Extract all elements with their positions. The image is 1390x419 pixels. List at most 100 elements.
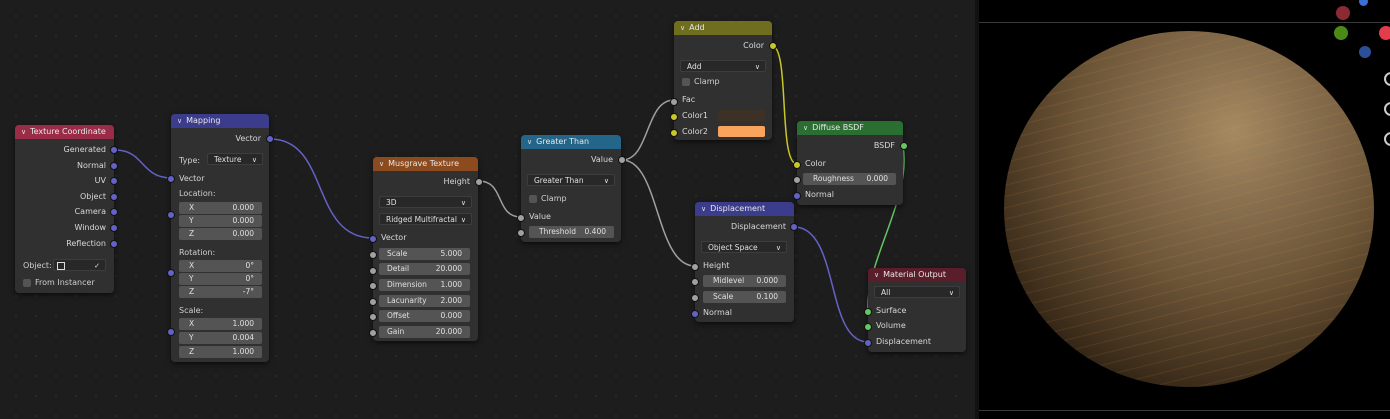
socket-offset[interactable] [369,313,377,321]
eyedropper-icon[interactable]: ✓ [94,260,100,272]
scale-x[interactable]: X 1.000 [179,318,262,330]
chevron-down-icon[interactable]: ∨ [874,268,879,282]
scale-field[interactable]: Scale 0.100 [703,291,786,303]
camera-icon[interactable] [1384,132,1390,146]
socket-displacement-out[interactable] [790,223,798,231]
gizmo-z-handle[interactable] [1359,0,1368,6]
socket-uv[interactable] [110,177,118,185]
location-z[interactable]: Z 0.000 [179,228,262,240]
scale-z[interactable]: Z 1.000 [179,346,262,358]
socket-scale[interactable] [369,251,377,259]
shader-node-editor[interactable]: ∨ Texture Coordinate Generated Normal UV … [0,0,975,419]
socket-normal[interactable] [110,162,118,170]
location-x[interactable]: X 0.000 [179,202,262,214]
socket-lacunarity[interactable] [369,298,377,306]
material-output-node[interactable]: ∨ Material Output All ∨ Surface Volume Dis… [864,268,966,352]
rotation-z[interactable]: Z -7° [179,286,262,298]
socket-object[interactable] [110,193,118,201]
node-header[interactable]: ∨ Displacement [695,202,794,216]
socket-normal[interactable] [793,192,801,200]
gizmo-negative-z-handle[interactable] [1359,46,1371,58]
socket-scale[interactable] [167,328,175,336]
node-header[interactable]: ∨ Greater Than [521,135,621,149]
color2-swatch[interactable] [718,126,765,137]
socket-color-out[interactable] [769,42,777,50]
chevron-down-icon[interactable]: ∨ [527,135,532,149]
socket-fac[interactable] [670,98,678,106]
socket-volume[interactable] [864,323,872,331]
mapping-node[interactable]: ∨ Mapping Vector Type: Texture ∨ Vector Lo… [167,114,274,362]
mix-add-node[interactable]: ∨ Add Color Add ∨ Clamp Fac Color1 Color2 [670,21,777,140]
gizmo-y-handle[interactable] [1334,26,1348,40]
detail-field[interactable]: Detail 20.000 [379,263,470,275]
socket-roughness[interactable] [793,176,801,184]
socket-scale[interactable] [691,294,699,302]
socket-detail[interactable] [369,267,377,275]
math-operation-dropdown[interactable]: Greater Than ∨ [527,174,615,186]
socket-color-in[interactable] [793,161,801,169]
node-header[interactable]: ∨ Musgrave Texture [373,157,478,171]
scale-y[interactable]: Y 0.004 [179,332,262,344]
socket-surface[interactable] [864,308,872,316]
socket-dimension[interactable] [369,282,377,290]
location-y[interactable]: Y 0.000 [179,215,262,227]
color1-swatch[interactable] [718,110,765,121]
socket-vector-in[interactable] [369,235,377,243]
chevron-down-icon[interactable]: ∨ [177,114,182,128]
socket-threshold[interactable] [517,229,525,237]
gain-field[interactable]: Gain 20.000 [379,326,470,338]
greater-than-node[interactable]: ∨ Greater Than Value Greater Than ∨ Clamp … [517,135,626,242]
pan-icon[interactable] [1384,102,1390,116]
chevron-down-icon[interactable]: ∨ [680,21,685,35]
node-header[interactable]: ∨ Texture Coordinate [15,125,114,139]
socket-height-out[interactable] [475,178,483,186]
socket-vector-out[interactable] [266,135,274,143]
socket-location[interactable] [167,211,175,219]
musgrave-type-dropdown[interactable]: Ridged Multifractal ∨ [379,213,472,225]
musgrave-texture-node[interactable]: ∨ Musgrave Texture Height 3D ∨ Ridged Mult… [369,157,483,341]
socket-window[interactable] [110,224,118,232]
socket-height-in[interactable] [691,263,699,271]
chevron-down-icon[interactable]: ∨ [21,125,26,139]
node-header[interactable]: ∨ Material Output [868,268,966,282]
socket-displacement-in[interactable] [864,339,872,347]
diffuse-bsdf-node[interactable]: ∨ Diffuse BSDF BSDF Color Roughness 0.000 … [793,121,908,205]
zoom-icon[interactable] [1384,72,1390,86]
lacunarity-field[interactable]: Lacunarity 2.000 [379,295,470,307]
dimensions-dropdown[interactable]: 3D ∨ [379,196,472,208]
gizmo-x-handle[interactable] [1379,26,1390,40]
socket-color2[interactable] [670,129,678,137]
socket-gain[interactable] [369,329,377,337]
socket-midlevel[interactable] [691,278,699,286]
socket-vector-in[interactable] [167,175,175,183]
socket-normal[interactable] [691,310,699,318]
chevron-down-icon[interactable]: ∨ [379,157,384,171]
space-dropdown[interactable]: Object Space ∨ [701,241,787,253]
socket-generated[interactable] [110,146,118,154]
target-dropdown[interactable]: All ∨ [874,286,960,298]
roughness-field[interactable]: Roughness 0.000 [803,173,896,185]
socket-rotation[interactable] [167,269,175,277]
offset-field[interactable]: Offset 0.000 [379,310,470,322]
rotation-y[interactable]: Y 0° [179,273,262,285]
socket-camera[interactable] [110,208,118,216]
threshold-field[interactable]: Threshold 0.400 [529,226,614,238]
socket-bsdf-out[interactable] [900,142,908,150]
socket-color1[interactable] [670,113,678,121]
socket-reflection[interactable] [110,240,118,248]
node-header[interactable]: ∨ Mapping [171,114,269,128]
chevron-down-icon[interactable]: ∨ [803,121,808,135]
mapping-type-dropdown[interactable]: Texture ∨ [207,153,263,165]
node-header[interactable]: ∨ Add [674,21,772,35]
node-header[interactable]: ∨ Diffuse BSDF [797,121,903,135]
socket-value-in[interactable] [517,214,525,222]
rotation-x[interactable]: X 0° [179,260,262,272]
chevron-down-icon[interactable]: ∨ [701,202,706,216]
scale-field[interactable]: Scale 5.000 [379,248,470,260]
object-picker[interactable]: ✓ [53,259,106,271]
socket-value-out[interactable] [618,156,626,164]
blend-mode-dropdown[interactable]: Add ∨ [680,60,766,72]
clamp-checkbox[interactable] [529,195,537,203]
clamp-checkbox[interactable] [682,78,690,86]
gizmo-negative-x-handle[interactable] [1336,6,1350,20]
